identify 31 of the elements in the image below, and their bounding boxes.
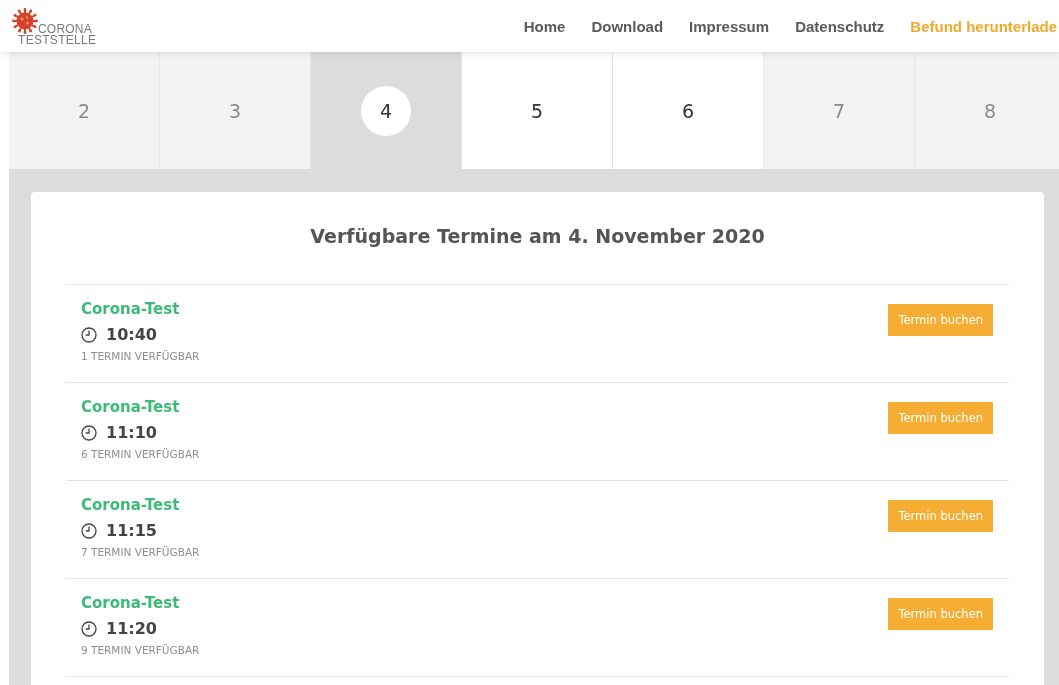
time-text: 11:10 (106, 423, 157, 443)
day-cell: 2 (9, 52, 160, 169)
availability-text: 1 TERMIN VERFÜGBAR (81, 349, 200, 363)
time-text: 11:20 (106, 619, 157, 639)
day-cell[interactable]: 6 (613, 52, 764, 169)
clock-icon (81, 425, 97, 441)
time-text: 11:15 (106, 521, 157, 541)
day-cell: 7 (764, 52, 915, 169)
service-name: Corona-Test (81, 398, 181, 417)
nav-link[interactable]: Home (523, 17, 566, 35)
logo-text: TESTSTELLE (18, 33, 97, 47)
day-cell: 3 (160, 52, 311, 169)
logo-text: CORONA (38, 22, 92, 35)
nav-link[interactable]: Download (591, 17, 664, 35)
nav-link[interactable]: Datenschutz (795, 17, 885, 35)
clock-icon (81, 327, 97, 343)
clock-icon (81, 621, 97, 637)
availability-text: 7 TERMIN VERFÜGBAR (81, 545, 200, 559)
service-name: Corona-Test (81, 496, 181, 515)
time-text: 10:40 (106, 325, 157, 345)
day-cell[interactable]: 5 (462, 52, 613, 169)
clock-icon (81, 523, 97, 539)
logo[interactable]: CORONA TESTSTELLE (12, 7, 97, 47)
day-cell: 8 (915, 52, 1059, 169)
virus-icon (12, 7, 38, 34)
availability-text: 9 TERMIN VERFÜGBAR (81, 643, 200, 657)
appointments-title: Verfügbare Termine am 4. November 2020 (309, 224, 766, 249)
nav-link[interactable]: Impressum (689, 17, 770, 35)
service-name: Corona-Test (81, 300, 181, 319)
service-name: Corona-Test (81, 594, 181, 613)
availability-text: 6 TERMIN VERFÜGBAR (81, 447, 200, 461)
